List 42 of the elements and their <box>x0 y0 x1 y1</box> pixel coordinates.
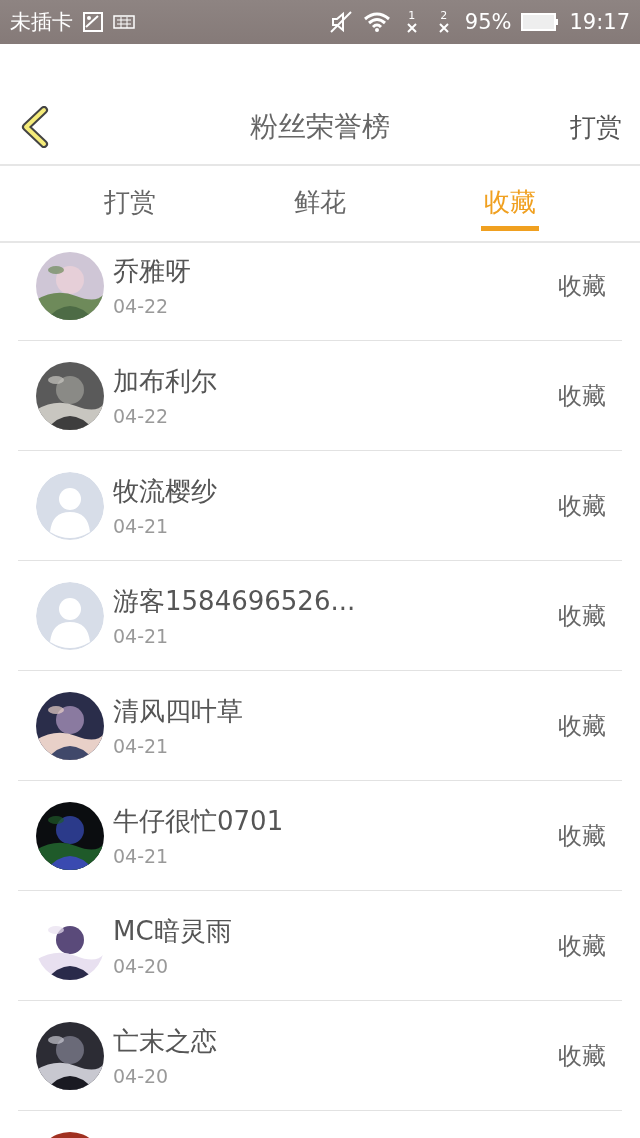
keyboard-icon <box>113 15 135 29</box>
collect-label: 收藏 <box>558 1040 606 1072</box>
fan-name: 加布利尔 <box>113 365 218 398</box>
mute-icon <box>328 10 353 34</box>
page-title: 粉丝荣誉榜 <box>250 109 390 145</box>
avatar-icon <box>36 581 104 650</box>
collect-label: 收藏 <box>558 600 606 632</box>
fan-name: MC暗灵雨 <box>113 915 233 948</box>
carrier-text: 未插卡 <box>10 9 73 36</box>
avatar-icon <box>36 471 104 540</box>
collect-label: 收藏 <box>558 710 606 742</box>
collect-label: 收藏 <box>558 270 606 302</box>
no-signal-icon <box>405 22 418 34</box>
fan-date: 04-20 <box>113 1065 170 1087</box>
fan-name: 清风四叶草 <box>113 695 244 728</box>
sim-label: 1 <box>408 10 416 22</box>
collect-label: 收藏 <box>558 380 606 412</box>
clock: 19:17 <box>569 10 630 34</box>
collect-label: 收藏 <box>558 490 606 522</box>
fan-name: 乔雅呀 <box>113 255 192 288</box>
battery-icon <box>521 12 560 32</box>
fan-date: 04-22 <box>113 405 170 427</box>
fan-name: 亡末之恋 <box>113 1025 218 1058</box>
tab[interactable]: 鲜花 <box>225 166 415 241</box>
fan-date: 04-21 <box>113 845 170 867</box>
sim-label: 2 <box>440 10 448 22</box>
collect-label: 收藏 <box>558 820 606 852</box>
fan-date: 04-20 <box>113 955 170 977</box>
fan-date: 04-21 <box>113 735 170 757</box>
battery-percent: 95% <box>464 10 512 34</box>
fan-date: 04-22 <box>113 295 170 317</box>
collect-label: 收藏 <box>558 930 606 962</box>
fan-name: 游客1584696526... <box>113 585 357 618</box>
reward-link[interactable]: 打赏 <box>570 109 622 145</box>
fan-date: 04-21 <box>113 515 170 537</box>
fan-name: 牛仔很忙0701 <box>113 805 285 838</box>
no-signal-icon <box>437 22 450 34</box>
tab[interactable]: 打赏 <box>35 166 225 241</box>
fan-date: 04-21 <box>113 625 170 647</box>
wifi-icon <box>362 11 391 33</box>
fan-name: 牧流樱纱 <box>113 475 218 508</box>
image-icon <box>83 12 103 32</box>
